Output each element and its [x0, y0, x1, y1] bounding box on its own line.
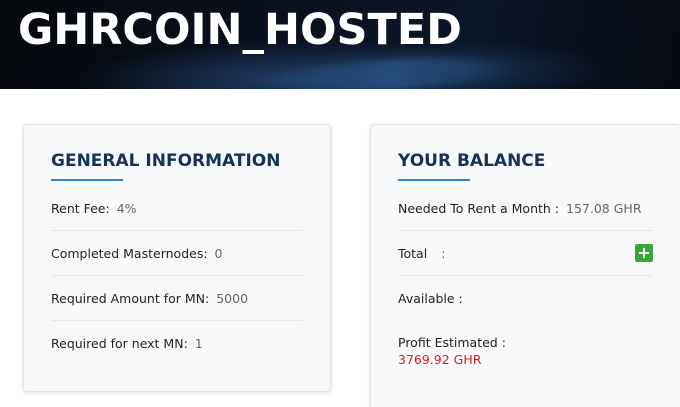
completed-masternodes-row: Completed Masternodes: 0: [51, 231, 303, 276]
profit-estimated-label: Profit Estimated :: [398, 335, 506, 350]
total-separator: :: [441, 245, 446, 261]
title-underline: [51, 179, 123, 181]
page-title: GHRCOIN_HOSTED: [18, 5, 462, 55]
available-row: Available :: [398, 276, 653, 321]
needed-to-rent-label: Needed To Rent a Month :: [398, 200, 560, 216]
required-next-value: 1: [194, 336, 203, 351]
completed-masternodes-label: Completed Masternodes:: [51, 245, 208, 261]
general-information-title: GENERAL INFORMATION: [51, 151, 281, 171]
required-amount-value: 5000: [216, 290, 249, 306]
plus-icon: +: [637, 243, 651, 262]
your-balance-title: YOUR BALANCE: [398, 151, 546, 171]
available-label: Available :: [398, 291, 463, 306]
required-amount-row: Required Amount for MN: 5000: [51, 276, 303, 321]
needed-to-rent-row: Needed To Rent a Month : 157.08 GHR: [398, 186, 653, 231]
total-row: Total : +: [398, 231, 653, 276]
profit-estimated-block: Profit Estimated : 3769.92 GHR: [398, 335, 506, 367]
needed-to-rent-value: 157.08 GHR: [566, 200, 642, 216]
title-underline: [398, 179, 470, 181]
rent-fee-row: Rent Fee: 4%: [51, 186, 303, 231]
banner-light-streak: [259, 50, 521, 89]
required-next-label: Required for next MN:: [51, 336, 188, 351]
completed-masternodes-value: 0: [214, 245, 223, 261]
header-banner: GHRCOIN_HOSTED: [0, 0, 680, 89]
total-label: Total: [398, 245, 428, 261]
rent-fee-value: 4%: [116, 200, 137, 216]
add-balance-button[interactable]: +: [635, 244, 653, 262]
your-balance-card: YOUR BALANCE Needed To Rent a Month : 15…: [370, 124, 680, 407]
required-next-row: Required for next MN: 1: [51, 321, 303, 366]
rent-fee-label: Rent Fee:: [51, 200, 110, 216]
profit-estimated-value: 3769.92 GHR: [398, 352, 482, 367]
required-amount-label: Required Amount for MN:: [51, 290, 210, 306]
general-information-card: GENERAL INFORMATION Rent Fee: 4% Complet…: [23, 124, 331, 392]
